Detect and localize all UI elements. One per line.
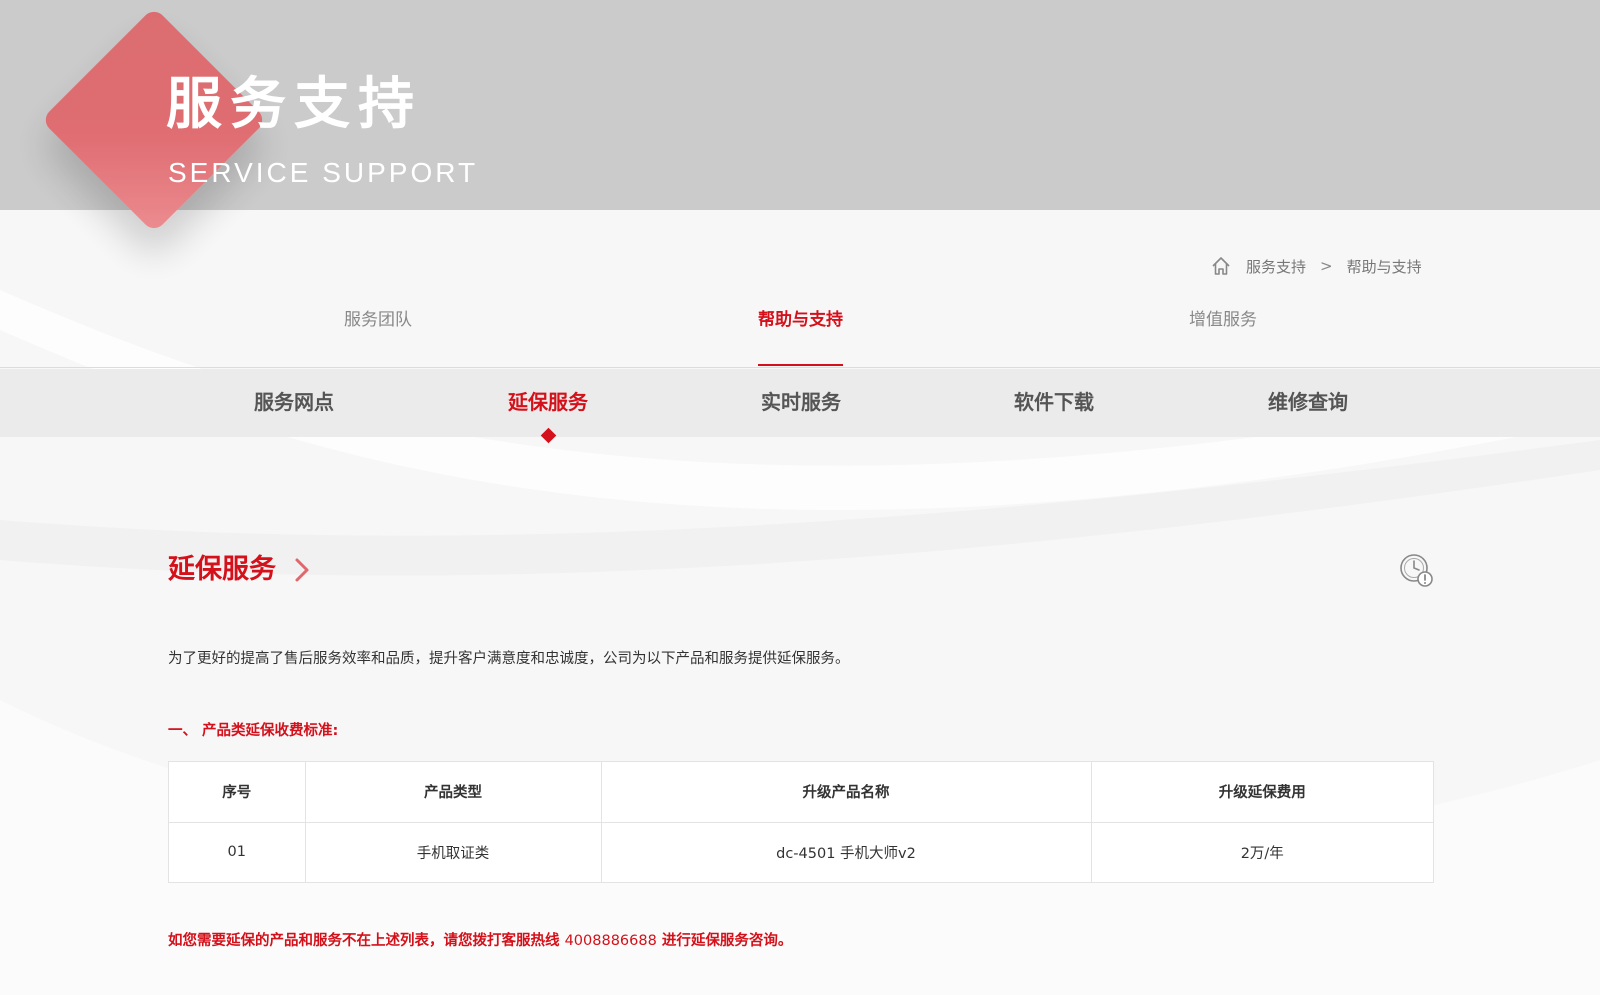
- footer-note-after: 进行延保服务咨询。: [661, 933, 793, 949]
- subnav-extended-warranty[interactable]: 延保服务: [488, 389, 608, 415]
- footer-note-before: 如您需要延保的产品和服务不在上述列表，请您拨打客服热线: [168, 933, 560, 949]
- cell-upgrade-warranty-fee: 2万/年: [1240, 845, 1284, 862]
- hotline-number[interactable]: 4008886688: [565, 933, 657, 949]
- clock-icon[interactable]: [1398, 552, 1436, 590]
- subnav-repair-query[interactable]: 维修查询: [1248, 389, 1368, 415]
- table-header-row: 序号 产品类型 升级产品名称 升级延保费用: [169, 762, 1433, 823]
- header-product-type: 产品类型: [305, 762, 602, 823]
- page: 服务支持 SERVICE SUPPORT 服务支持 > 帮助与支持 服务团队 帮…: [0, 0, 1600, 995]
- section-title-text: 延保服务: [168, 554, 276, 585]
- top-tabs: 服务团队 帮助与支持 增值服务: [0, 298, 1600, 368]
- tab-service-team[interactable]: 服务团队: [344, 308, 412, 366]
- header-upgrade-product-name: 升级产品名称: [601, 762, 1092, 823]
- header-index: 序号: [169, 762, 306, 823]
- tab-help-support[interactable]: 帮助与支持: [758, 308, 843, 366]
- cell-index: 01: [169, 822, 306, 882]
- footer-note: 如您需要延保的产品和服务不在上述列表，请您拨打客服热线 4008886688 进…: [168, 930, 792, 952]
- intro-text: 为了更好的提高了售后服务效率和品质，提升客户满意度和忠诚度，公司为以下产品和服务…: [168, 651, 850, 667]
- banner-subtitle: SERVICE SUPPORT: [168, 157, 479, 188]
- breadcrumb: 服务支持 > 帮助与支持: [1210, 254, 1422, 278]
- subnav-realtime-service[interactable]: 实时服务: [741, 389, 861, 415]
- header-upgrade-warranty-fee: 升级延保费用: [1091, 762, 1433, 823]
- breadcrumb-item-service-support[interactable]: 服务支持: [1246, 256, 1306, 277]
- section-title: 延保服务: [168, 553, 310, 587]
- pricing-heading: 一、 产品类延保收费标准:: [168, 723, 339, 739]
- subnav-software-download[interactable]: 软件下载: [994, 389, 1114, 415]
- subnav-service-outlets[interactable]: 服务网点: [234, 389, 354, 415]
- sub-nav: 服务网点 延保服务 实时服务 软件下载 维修查询: [0, 369, 1600, 437]
- warranty-table: 序号 产品类型 升级产品名称 升级延保费用 01 手机取证类 dc-4501 手…: [168, 761, 1434, 883]
- cell-upgrade-product-name: dc-4501 手机大师v2: [601, 822, 1092, 882]
- table-row: 01 手机取证类 dc-4501 手机大师v2 2万/年: [169, 822, 1433, 882]
- tab-value-added-services[interactable]: 增值服务: [1189, 308, 1257, 366]
- cell-product-type: 手机取证类: [305, 822, 602, 882]
- banner-title: 服务支持: [166, 72, 422, 137]
- home-icon[interactable]: [1210, 255, 1232, 277]
- breadcrumb-item-help-support[interactable]: 帮助与支持: [1347, 256, 1422, 277]
- chevron-right-icon: [294, 557, 310, 583]
- breadcrumb-separator: >: [1320, 257, 1333, 275]
